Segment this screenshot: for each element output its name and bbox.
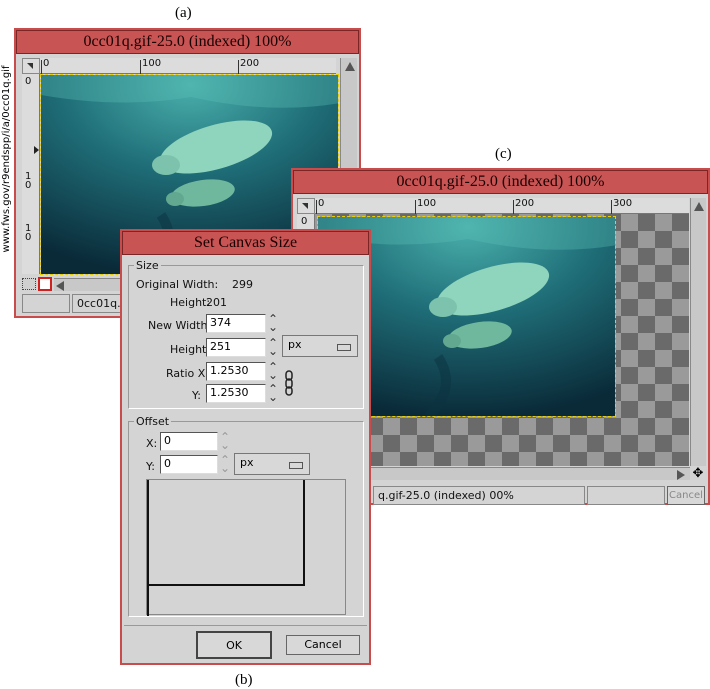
horizontal-ruler-c: 0 100 200 300: [315, 198, 689, 214]
option-menu-indicator-icon: [289, 462, 303, 469]
ruler-label: 100: [417, 198, 437, 209]
scroll-up-icon[interactable]: [694, 202, 704, 211]
ruler-label: 0: [301, 216, 308, 227]
ruler-label: 0: [43, 58, 50, 69]
status-field-left-a: [22, 294, 70, 313]
arrow-icon: [27, 63, 33, 69]
navigate-icon[interactable]: ✥: [691, 467, 705, 481]
ruler-label: 0: [25, 76, 32, 87]
ruler-label: 200: [240, 58, 260, 69]
scroll-up-icon[interactable]: [345, 62, 355, 71]
cancel-button-c[interactable]: Cancel: [667, 486, 705, 505]
offset-group-label: Offset: [134, 415, 172, 428]
ruler-label: 0: [318, 198, 325, 209]
scroll-right-icon[interactable]: [677, 470, 685, 480]
original-width-label: Original Width:: [136, 278, 219, 291]
ruler-label: 300: [613, 198, 633, 209]
new-width-spinner-icon[interactable]: ⌃ ⌄: [268, 313, 278, 333]
vertical-scrollbar-c[interactable]: [690, 198, 706, 466]
figure-label-a: (a): [175, 5, 192, 21]
dialog-button-separator: [124, 625, 367, 626]
ratio-y-spinner-icon[interactable]: ⌃ ⌄: [268, 383, 278, 403]
window-a-title-bar[interactable]: 0cc01q.gif-25.0 (indexed) 100%: [16, 30, 359, 54]
window-c-title-bar[interactable]: 0cc01q.gif-25.0 (indexed) 100%: [293, 170, 708, 194]
ruler-label: 200: [515, 198, 535, 209]
unit-select-value: px: [288, 338, 302, 351]
dialog-title: Set Canvas Size: [193, 234, 298, 251]
offset-preview-area[interactable]: [146, 479, 346, 616]
offset-preview-canvas-frame: [147, 480, 149, 616]
new-width-input[interactable]: 374: [206, 314, 266, 333]
chain-link-icon[interactable]: [285, 369, 293, 397]
ratio-y-input[interactable]: 1.2530: [206, 384, 266, 403]
original-height-label: Height:: [170, 296, 211, 309]
horizontal-ruler-a: 0 100 200: [40, 58, 336, 74]
figure-label-b: (b): [235, 672, 253, 688]
set-canvas-size-dialog: Set Canvas Size Size Original Width: 299…: [120, 229, 371, 665]
offset-x-input[interactable]: 0: [160, 432, 218, 451]
size-group-label: Size: [134, 259, 161, 272]
ratio-x-spinner-icon[interactable]: ⌃ ⌄: [268, 361, 278, 381]
offset-preview-image-frame[interactable]: [147, 480, 305, 586]
ratio-x-input[interactable]: 1.2530: [206, 362, 266, 381]
offset-unit-select-value: px: [240, 456, 254, 469]
offset-y-spinner-icon[interactable]: ⌃ ⌄: [220, 454, 230, 474]
offset-y-label: Y:: [146, 460, 155, 473]
horizontal-scrollbar-c[interactable]: [315, 467, 690, 480]
original-width-value: 299: [232, 278, 253, 291]
offset-unit-select[interactable]: px: [234, 453, 310, 475]
status-field-right-c: [587, 486, 665, 505]
height-label: Height:: [170, 343, 211, 356]
offset-x-spinner-icon[interactable]: ⌃ ⌄: [220, 431, 230, 451]
ratio-x-label: Ratio X:: [166, 367, 209, 380]
new-width-label: New Width:: [148, 319, 212, 332]
window-c-title: 0cc01q.gif-25.0 (indexed) 100%: [396, 173, 605, 190]
ruler-corner-c[interactable]: [297, 198, 315, 214]
ruler-label: 100: [142, 58, 162, 69]
cancel-button[interactable]: Cancel: [286, 635, 360, 655]
ruler-pointer-icon: [34, 146, 39, 154]
vertical-ruler-a: 0 1 0 1 0: [22, 74, 40, 274]
height-input[interactable]: 251: [206, 338, 266, 357]
quickmask-icon[interactable]: [38, 277, 52, 291]
offset-y-input[interactable]: 0: [160, 455, 218, 474]
ruler-label: 1 0: [25, 223, 32, 243]
ok-button[interactable]: OK: [196, 631, 272, 659]
ruler-label: 1 0: [25, 171, 32, 191]
offset-x-label: X:: [146, 437, 158, 450]
scroll-left-icon[interactable]: [56, 281, 64, 291]
ruler-corner-a[interactable]: [22, 58, 40, 74]
status-text-c: q.gif-25.0 (indexed) 00%: [373, 486, 585, 505]
navigate-icon[interactable]: [22, 278, 36, 290]
option-menu-indicator-icon: [337, 344, 351, 351]
window-a-title: 0cc01q.gif-25.0 (indexed) 100%: [83, 33, 292, 50]
ratio-y-label: Y:: [192, 389, 201, 402]
original-height-value: 201: [206, 296, 227, 309]
side-caption: www.fws.gov/r9endspp/i/a/0cc01q.gif: [1, 65, 12, 253]
figure-label-c: (c): [495, 146, 512, 162]
unit-select[interactable]: px: [282, 335, 358, 357]
arrow-icon: [302, 203, 308, 209]
height-spinner-icon[interactable]: ⌃ ⌄: [268, 337, 278, 357]
dialog-title-bar[interactable]: Set Canvas Size: [122, 231, 369, 255]
